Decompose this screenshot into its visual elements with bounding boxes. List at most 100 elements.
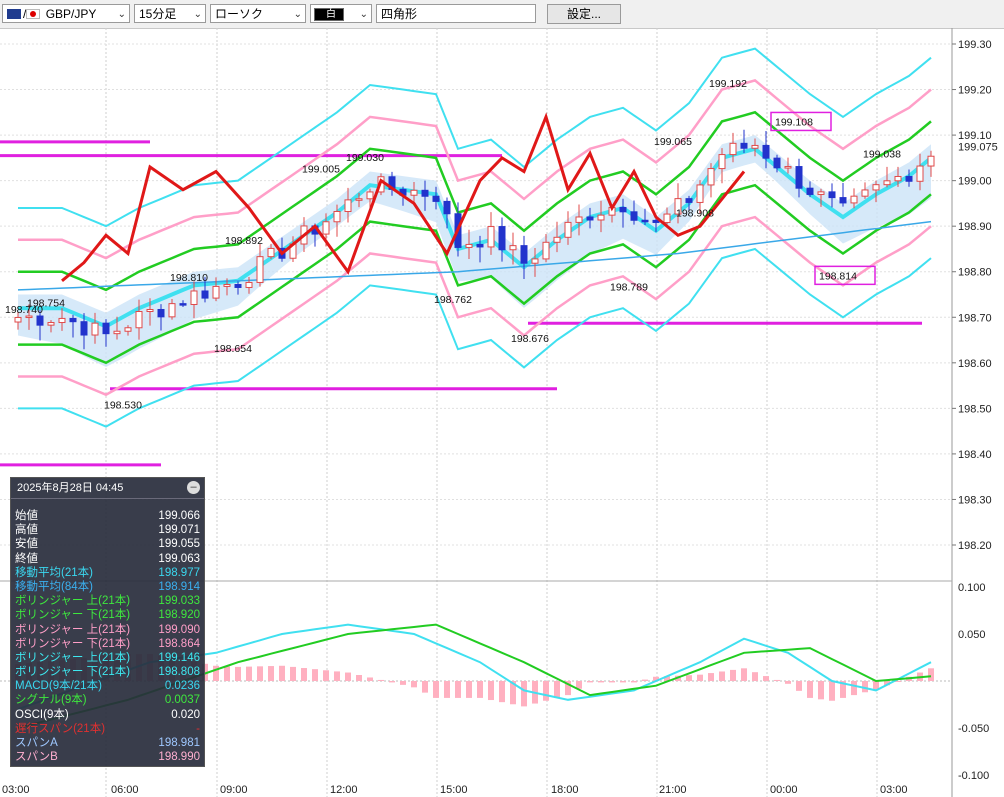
- data-window-row-value: 198.977: [158, 566, 200, 579]
- candle-body: [234, 284, 242, 288]
- data-window-row-label: 安値: [15, 538, 38, 551]
- candle-body: [839, 197, 847, 204]
- bollinger-3-upper: [18, 47, 932, 228]
- macd-histogram-bar: [587, 681, 593, 683]
- data-window-row: ボリンジャー 上(21本) 199.146: [11, 651, 204, 665]
- candle-body: [872, 184, 880, 191]
- data-window-row-value: 0.0037: [164, 694, 200, 707]
- macd-histogram-bar: [543, 681, 549, 701]
- settings-button[interactable]: 設定...: [547, 4, 621, 24]
- macd-histogram-bar: [708, 673, 714, 681]
- candle-body: [729, 142, 737, 156]
- currency-pair-select[interactable]: / GBP/JPY ⌄: [2, 4, 130, 23]
- macd-histogram-bar: [455, 681, 461, 698]
- price-annotation: 199.192: [709, 78, 747, 90]
- time-tick-label: 03:00: [880, 784, 908, 796]
- candle-body: [146, 308, 154, 313]
- candle-body: [762, 144, 770, 159]
- price-tick-label: 198.90: [958, 221, 992, 233]
- data-window-datetime: 2025年8月28日 04:45: [17, 482, 124, 494]
- price-annotation: 199.108: [775, 116, 813, 128]
- macd-histogram-bar: [928, 668, 934, 681]
- data-window-row-value: 199.066: [158, 510, 200, 522]
- macd-histogram-bar: [312, 669, 318, 681]
- candle-body: [905, 175, 913, 182]
- timeframe-select[interactable]: 15分足 ⌄: [134, 4, 206, 23]
- shape-tool-field[interactable]: 四角形: [376, 4, 536, 23]
- data-window-row-label: 移動平均(21本): [15, 566, 93, 579]
- macd-histogram-bar: [279, 665, 285, 681]
- candle-body: [718, 154, 726, 170]
- macd-histogram-bar: [411, 681, 417, 688]
- candle-body: [157, 308, 165, 318]
- price-annotation: 198.908: [676, 208, 714, 220]
- data-window-header: 2025年8月28日 04:45 –: [11, 478, 204, 499]
- data-window-row-label: 終値: [15, 552, 38, 565]
- macd-histogram-bar: [224, 666, 230, 681]
- macd-histogram-bar: [598, 681, 604, 683]
- price-annotation: 199.038: [863, 148, 901, 160]
- price-tick-label: 199.30: [958, 39, 992, 51]
- candle-body: [168, 303, 176, 318]
- macd-histogram-bar: [851, 681, 857, 696]
- candle-body: [784, 166, 792, 169]
- candle-body: [80, 321, 88, 336]
- macd-histogram-bar: [268, 666, 274, 681]
- data-window-row-value: 199.071: [158, 524, 200, 537]
- candle-body: [828, 191, 836, 199]
- macd-histogram-bar: [554, 681, 560, 698]
- macd-histogram-bar: [631, 681, 637, 683]
- data-window-row-value: 199.090: [158, 623, 200, 636]
- data-window-row-label: OSCI(9本): [15, 708, 69, 721]
- candle-body: [344, 199, 352, 212]
- candle-body: [179, 303, 187, 306]
- macd-tick-label: 0.050: [958, 629, 986, 641]
- data-window-row-value: 198.864: [158, 637, 200, 650]
- data-window-row: ボリンジャー 上(21本) 199.033: [11, 594, 204, 608]
- macd-histogram-bar: [807, 681, 813, 698]
- data-window-row-label: スパンA: [15, 737, 58, 749]
- candle-body: [663, 213, 671, 223]
- price-tick-label: 198.50: [958, 403, 992, 415]
- draw-color-select[interactable]: 白 ⌄: [310, 4, 372, 23]
- price-tick-label: 199.10: [958, 130, 992, 142]
- chart-type-label: ローソク: [215, 7, 264, 21]
- chart-type-select[interactable]: ローソク ⌄: [210, 4, 306, 23]
- macd-tick-label: 0.100: [958, 582, 986, 594]
- data-window-row: OSCI(9本) 0.020: [11, 708, 204, 722]
- macd-histogram-bar: [763, 676, 769, 681]
- candle-body: [25, 315, 33, 319]
- data-window-row-label: ボリンジャー 下(21本): [15, 609, 131, 622]
- macd-histogram-bar: [235, 666, 241, 681]
- candle-body: [102, 322, 110, 335]
- candle-body: [916, 165, 924, 182]
- candle-body: [91, 322, 99, 336]
- candle-body: [641, 219, 649, 223]
- data-window-row-value: 199.146: [158, 651, 200, 664]
- data-window-row: 遅行スパン(21本) -: [11, 722, 204, 736]
- data-window-row-label: ボリンジャー 上(21本): [15, 623, 131, 636]
- chevron-down-icon: ⌄: [193, 9, 202, 20]
- price-annotation: 198.530: [104, 400, 142, 412]
- minimize-icon[interactable]: –: [187, 481, 200, 494]
- macd-histogram-bar: [378, 679, 384, 681]
- candle-body: [894, 175, 902, 182]
- data-window-row-label: ボリンジャー 下(21本): [15, 637, 131, 650]
- macd-histogram-bar: [796, 681, 802, 691]
- price-annotation: 198.814: [819, 270, 857, 282]
- candle-body: [487, 226, 495, 248]
- candle-body: [366, 191, 374, 200]
- draw-color-label: 白: [326, 9, 336, 20]
- data-window-row-value: 198.914: [158, 580, 200, 593]
- time-tick-label: 09:00: [220, 784, 248, 796]
- candle-body: [212, 285, 220, 299]
- candle-body: [927, 155, 935, 167]
- price-annotation: 199.030: [346, 152, 384, 164]
- macd-histogram-bar: [433, 681, 439, 698]
- price-tick-label: 198.70: [958, 312, 992, 324]
- candle-body: [850, 195, 858, 204]
- data-window-row-value: 198.920: [158, 609, 200, 622]
- candle-body: [586, 216, 594, 221]
- candle-body: [36, 315, 44, 326]
- data-window-row: 安値 199.055: [11, 537, 204, 551]
